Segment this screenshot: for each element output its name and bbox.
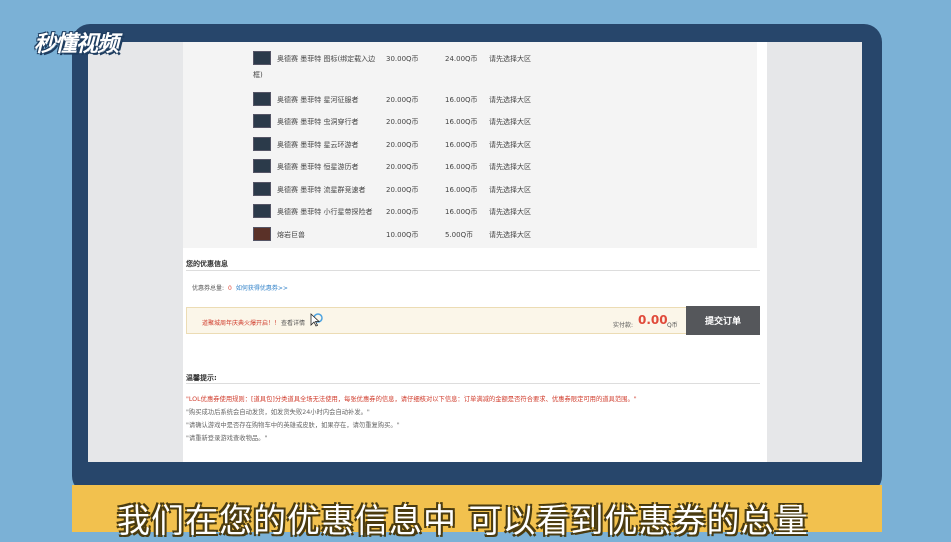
table-row: 奥德赛 墨菲特 图标(绑定载入边 30.00Q币 24.00Q币 请先选择大区 <box>183 49 757 69</box>
item-region-note: 请先选择大区 <box>489 163 531 171</box>
promo-text: 道聚城周年庆典火爆开启！！ <box>202 320 281 327</box>
item-name: 奥德赛 墨菲特 恒星游历者 <box>277 163 359 171</box>
table-row: 奥德赛 墨菲特 星云环游者 20.00Q币 16.00Q币 请先选择大区 <box>183 135 757 155</box>
item-region-note: 请先选择大区 <box>489 96 531 104</box>
item-name: 奥德赛 墨菲特 星云环游者 <box>277 141 359 149</box>
order-page: 奥德赛 墨菲特 图标(绑定载入边 30.00Q币 24.00Q币 请先选择大区 … <box>183 42 767 462</box>
item-name: 奥德赛 墨菲特 虫洞穿行者 <box>277 118 359 126</box>
item-original-price: 20.00Q币 <box>386 141 419 149</box>
item-name-continued: 框) <box>253 71 263 79</box>
item-region-note: 请先选择大区 <box>489 141 531 149</box>
item-discount-price: 16.00Q币 <box>445 96 478 104</box>
item-thumbnail <box>253 204 271 218</box>
item-thumbnail <box>253 227 271 241</box>
item-discount-price: 16.00Q币 <box>445 141 478 149</box>
item-region-note: 请先选择大区 <box>489 208 531 216</box>
item-name: 奥德赛 墨菲特 流星群竞速者 <box>277 186 366 194</box>
item-thumbnail <box>253 114 271 128</box>
tip-line: "请确认游戏中是否存在购物车中的英雄或皮肤，如果存在，请勿重复购买。" <box>186 422 400 429</box>
item-discount-price: 24.00Q币 <box>445 55 478 63</box>
item-original-price: 10.00Q币 <box>386 231 419 239</box>
discount-section-title: 您的优惠信息 <box>186 260 228 268</box>
item-name: 奥德赛 墨菲特 图标(绑定载入边 <box>277 55 376 63</box>
table-row: 奥德赛 墨菲特 流星群竞速者 20.00Q币 16.00Q币 请先选择大区 <box>183 180 757 200</box>
item-original-price: 30.00Q币 <box>386 55 419 63</box>
item-region-note: 请先选择大区 <box>489 186 531 194</box>
item-thumbnail <box>253 182 271 196</box>
item-region-note: 请先选择大区 <box>489 118 531 126</box>
subtitle-text: 我们在您的优惠信息中 可以看到优惠券的总量 <box>117 501 809 540</box>
item-original-price: 20.00Q币 <box>386 118 419 126</box>
item-name: 奥德赛 墨菲特 星河征服者 <box>277 96 359 104</box>
item-thumbnail <box>253 137 271 151</box>
tips-title: 温馨提示: <box>186 374 217 382</box>
coupon-help-link[interactable]: 如何获得优惠券>> <box>236 285 288 292</box>
pointer-cursor-icon <box>309 312 323 328</box>
tip-line: "购买成功后系统会自动发货，如发货失败24小时内会自动补发。" <box>186 409 370 416</box>
tip-line: "LOL优惠券使用规则：[道具包]分类道具全场无法使用，每张优惠券的信息，请仔细… <box>186 396 637 403</box>
table-row: 熔岩巨兽 10.00Q币 5.00Q币 请先选择大区 <box>183 225 757 245</box>
table-row: 奥德赛 墨菲特 虫洞穿行者 20.00Q币 16.00Q币 请先选择大区 <box>183 112 757 132</box>
item-region-note: 请先选择大区 <box>489 231 531 239</box>
watermark-logo: 秒懂视频 <box>34 32 119 57</box>
table-row: 奥德赛 墨菲特 恒星游历者 20.00Q币 16.00Q币 请先选择大区 <box>183 157 757 177</box>
item-region-note: 请先选择大区 <box>489 55 531 63</box>
item-discount-price: 5.00Q币 <box>445 231 474 239</box>
item-original-price: 20.00Q币 <box>386 163 419 171</box>
table-row: 奥德赛 墨菲特 星河征服者 20.00Q币 16.00Q币 请先选择大区 <box>183 90 757 110</box>
divider <box>186 270 760 271</box>
paid-amount: 0.00 <box>638 313 668 327</box>
item-name: 奥德赛 墨菲特 小行星带探险者 <box>277 208 373 216</box>
item-discount-price: 16.00Q币 <box>445 186 478 194</box>
coupon-summary: 优惠券总量: 0 如何获得优惠券>> <box>192 283 288 292</box>
view-details-link[interactable]: 查看详情 <box>281 318 305 327</box>
coupon-total-label: 优惠券总量: <box>192 285 225 292</box>
table-row: 奥德赛 墨菲特 小行星带探险者 20.00Q币 16.00Q币 请先选择大区 <box>183 202 757 222</box>
item-discount-price: 16.00Q币 <box>445 163 478 171</box>
tip-line: "请重新登录游戏查收物品。" <box>186 435 268 442</box>
coupon-count: 0 <box>228 285 232 292</box>
item-thumbnail <box>253 92 271 106</box>
divider <box>186 383 760 384</box>
order-items-table: 奥德赛 墨菲特 图标(绑定载入边 30.00Q币 24.00Q币 请先选择大区 … <box>183 42 757 248</box>
item-discount-price: 16.00Q币 <box>445 118 478 126</box>
paid-amount-label: 实付款: <box>613 322 634 329</box>
item-thumbnail <box>253 159 271 173</box>
item-original-price: 20.00Q币 <box>386 208 419 216</box>
currency-unit: Q币 <box>667 322 678 329</box>
submit-order-button[interactable]: 提交订单 <box>686 306 760 335</box>
item-name: 熔岩巨兽 <box>277 231 305 239</box>
item-thumbnail <box>253 51 271 65</box>
checkout-bar: 道聚城周年庆典火爆开启！！ 查看详情 实付款: 0.00 Q币 <box>186 307 690 334</box>
item-original-price: 20.00Q币 <box>386 96 419 104</box>
subtitle-banner: 我们在您的优惠信息中 可以看到优惠券的总量 <box>72 485 882 540</box>
item-original-price: 20.00Q币 <box>386 186 419 194</box>
item-discount-price: 16.00Q币 <box>445 208 478 216</box>
browser-screen: 奥德赛 墨菲特 图标(绑定载入边 30.00Q币 24.00Q币 请先选择大区 … <box>88 42 862 462</box>
